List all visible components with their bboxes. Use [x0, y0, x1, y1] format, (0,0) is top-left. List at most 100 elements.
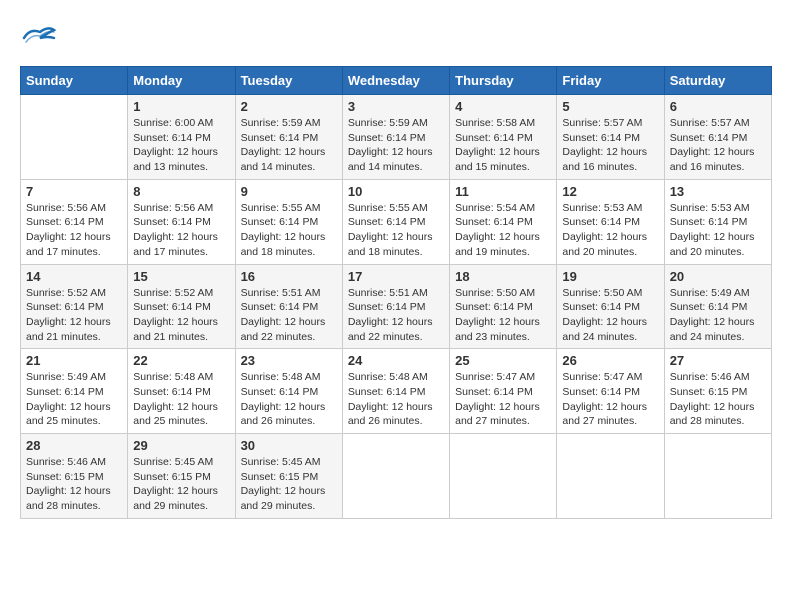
day-info: Sunrise: 5:56 AMSunset: 6:14 PMDaylight:… [26, 201, 122, 260]
calendar-row: 7 Sunrise: 5:56 AMSunset: 6:14 PMDaylight… [21, 179, 772, 264]
day-number: 30 [241, 438, 337, 453]
day-info: Sunrise: 5:45 AMSunset: 6:15 PMDaylight:… [133, 455, 229, 514]
day-number: 7 [26, 184, 122, 199]
day-number: 26 [562, 353, 658, 368]
calendar-cell [21, 95, 128, 180]
calendar-cell: 3 Sunrise: 5:59 AMSunset: 6:14 PMDaylight… [342, 95, 449, 180]
calendar-cell [342, 434, 449, 519]
day-number: 10 [348, 184, 444, 199]
calendar-cell: 14 Sunrise: 5:52 AMSunset: 6:14 PMDayligh… [21, 264, 128, 349]
day-number: 27 [670, 353, 766, 368]
calendar-cell: 9Sunrise: 5:55 AMSunset: 6:14 PMDaylight… [235, 179, 342, 264]
day-info: Sunrise: 5:48 AMSunset: 6:14 PMDaylight:… [133, 370, 229, 429]
day-info: Sunrise: 5:50 AMSunset: 6:14 PMDaylight:… [562, 286, 658, 345]
calendar-cell: 29 Sunrise: 5:45 AMSunset: 6:15 PMDayligh… [128, 434, 235, 519]
day-number: 8 [133, 184, 229, 199]
day-info: Sunrise: 5:46 AMSunset: 6:15 PMDaylight:… [26, 455, 122, 514]
day-info: Sunrise: 5:53 AMSunset: 6:14 PMDaylight:… [562, 201, 658, 260]
calendar-cell: 23 Sunrise: 5:48 AMSunset: 6:14 PMDayligh… [235, 349, 342, 434]
calendar-row: 28 Sunrise: 5:46 AMSunset: 6:15 PMDayligh… [21, 434, 772, 519]
calendar-cell [450, 434, 557, 519]
calendar-cell: 21 Sunrise: 5:49 AMSunset: 6:14 PMDayligh… [21, 349, 128, 434]
day-number: 1 [133, 99, 229, 114]
day-info: Sunrise: 5:51 AMSunset: 6:14 PMDaylight:… [348, 286, 444, 345]
day-number: 23 [241, 353, 337, 368]
calendar-cell: 5 Sunrise: 5:57 AMSunset: 6:14 PMDaylight… [557, 95, 664, 180]
logo [20, 20, 58, 56]
day-number: 24 [348, 353, 444, 368]
calendar-cell: 20 Sunrise: 5:49 AMSunset: 6:14 PMDayligh… [664, 264, 771, 349]
calendar-row: 21 Sunrise: 5:49 AMSunset: 6:14 PMDayligh… [21, 349, 772, 434]
day-info: Sunrise: 5:58 AMSunset: 6:14 PMDaylight:… [455, 116, 551, 175]
day-info: Sunrise: 5:49 AMSunset: 6:14 PMDaylight:… [26, 370, 122, 429]
calendar-cell: 24 Sunrise: 5:48 AMSunset: 6:14 PMDayligh… [342, 349, 449, 434]
col-header-tuesday: Tuesday [235, 67, 342, 95]
day-info: Sunrise: 5:52 AMSunset: 6:14 PMDaylight:… [26, 286, 122, 345]
calendar-cell: 19 Sunrise: 5:50 AMSunset: 6:14 PMDayligh… [557, 264, 664, 349]
col-header-sunday: Sunday [21, 67, 128, 95]
col-header-thursday: Thursday [450, 67, 557, 95]
calendar-table: SundayMondayTuesdayWednesdayThursdayFrid… [20, 66, 772, 519]
day-info: Sunrise: 5:57 AMSunset: 6:14 PMDaylight:… [562, 116, 658, 175]
calendar-cell: 25 Sunrise: 5:47 AMSunset: 6:14 PMDayligh… [450, 349, 557, 434]
calendar-cell: 27 Sunrise: 5:46 AMSunset: 6:15 PMDayligh… [664, 349, 771, 434]
calendar-cell: 30 Sunrise: 5:45 AMSunset: 6:15 PMDayligh… [235, 434, 342, 519]
day-info: Sunrise: 5:48 AMSunset: 6:14 PMDaylight:… [348, 370, 444, 429]
day-info: Sunrise: 5:59 AMSunset: 6:14 PMDaylight:… [348, 116, 444, 175]
calendar-cell: 22 Sunrise: 5:48 AMSunset: 6:14 PMDayligh… [128, 349, 235, 434]
day-info: Sunrise: 5:47 AMSunset: 6:14 PMDaylight:… [455, 370, 551, 429]
calendar-cell: 16 Sunrise: 5:51 AMSunset: 6:14 PMDayligh… [235, 264, 342, 349]
day-number: 21 [26, 353, 122, 368]
day-number: 19 [562, 269, 658, 284]
day-info: Sunrise: 5:59 AMSunset: 6:14 PMDaylight:… [241, 116, 337, 175]
calendar-cell: 10 Sunrise: 5:55 AMSunset: 6:14 PMDayligh… [342, 179, 449, 264]
day-number: 15 [133, 269, 229, 284]
day-number: 9 [241, 184, 337, 199]
day-info: Sunrise: 5:47 AMSunset: 6:14 PMDaylight:… [562, 370, 658, 429]
col-header-monday: Monday [128, 67, 235, 95]
col-header-friday: Friday [557, 67, 664, 95]
day-number: 13 [670, 184, 766, 199]
calendar-cell: 8 Sunrise: 5:56 AMSunset: 6:14 PMDaylight… [128, 179, 235, 264]
calendar-cell: 6 Sunrise: 5:57 AMSunset: 6:14 PMDaylight… [664, 95, 771, 180]
calendar-cell: 26 Sunrise: 5:47 AMSunset: 6:14 PMDayligh… [557, 349, 664, 434]
day-info: Sunrise: 5:48 AMSunset: 6:14 PMDaylight:… [241, 370, 337, 429]
day-number: 29 [133, 438, 229, 453]
day-info: Sunrise: 5:49 AMSunset: 6:14 PMDaylight:… [670, 286, 766, 345]
calendar-cell: 7 Sunrise: 5:56 AMSunset: 6:14 PMDaylight… [21, 179, 128, 264]
day-number: 16 [241, 269, 337, 284]
day-info: Sunrise: 5:53 AMSunset: 6:14 PMDaylight:… [670, 201, 766, 260]
day-info: Sunrise: 5:55 AMSunset: 6:14 PMDaylight:… [348, 201, 444, 260]
day-number: 25 [455, 353, 551, 368]
day-number: 20 [670, 269, 766, 284]
calendar-cell: 15 Sunrise: 5:52 AMSunset: 6:14 PMDayligh… [128, 264, 235, 349]
day-number: 2 [241, 99, 337, 114]
day-info: Sunrise: 5:57 AMSunset: 6:14 PMDaylight:… [670, 116, 766, 175]
day-info: Sunrise: 5:51 AMSunset: 6:14 PMDaylight:… [241, 286, 337, 345]
day-info: Sunrise: 5:46 AMSunset: 6:15 PMDaylight:… [670, 370, 766, 429]
day-number: 6 [670, 99, 766, 114]
day-info: Sunrise: 5:54 AMSunset: 6:14 PMDaylight:… [455, 201, 551, 260]
calendar-cell: 18Sunrise: 5:50 AMSunset: 6:14 PMDayligh… [450, 264, 557, 349]
calendar-cell [557, 434, 664, 519]
day-number: 22 [133, 353, 229, 368]
day-number: 28 [26, 438, 122, 453]
day-number: 14 [26, 269, 122, 284]
col-header-saturday: Saturday [664, 67, 771, 95]
day-number: 5 [562, 99, 658, 114]
day-info: Sunrise: 5:56 AMSunset: 6:14 PMDaylight:… [133, 201, 229, 260]
calendar-cell: 13 Sunrise: 5:53 AMSunset: 6:14 PMDayligh… [664, 179, 771, 264]
day-number: 12 [562, 184, 658, 199]
page-header [20, 20, 772, 56]
calendar-cell: 28 Sunrise: 5:46 AMSunset: 6:15 PMDayligh… [21, 434, 128, 519]
day-number: 3 [348, 99, 444, 114]
calendar-cell: 17Sunrise: 5:51 AMSunset: 6:14 PMDayligh… [342, 264, 449, 349]
day-number: 4 [455, 99, 551, 114]
day-info: Sunrise: 5:45 AMSunset: 6:15 PMDaylight:… [241, 455, 337, 514]
calendar-cell: 11 Sunrise: 5:54 AMSunset: 6:14 PMDayligh… [450, 179, 557, 264]
day-info: Sunrise: 5:50 AMSunset: 6:14 PMDaylight:… [455, 286, 551, 345]
calendar-header-row: SundayMondayTuesdayWednesdayThursdayFrid… [21, 67, 772, 95]
day-info: Sunrise: 5:52 AMSunset: 6:14 PMDaylight:… [133, 286, 229, 345]
day-number: 11 [455, 184, 551, 199]
calendar-cell: 2 Sunrise: 5:59 AMSunset: 6:14 PMDaylight… [235, 95, 342, 180]
